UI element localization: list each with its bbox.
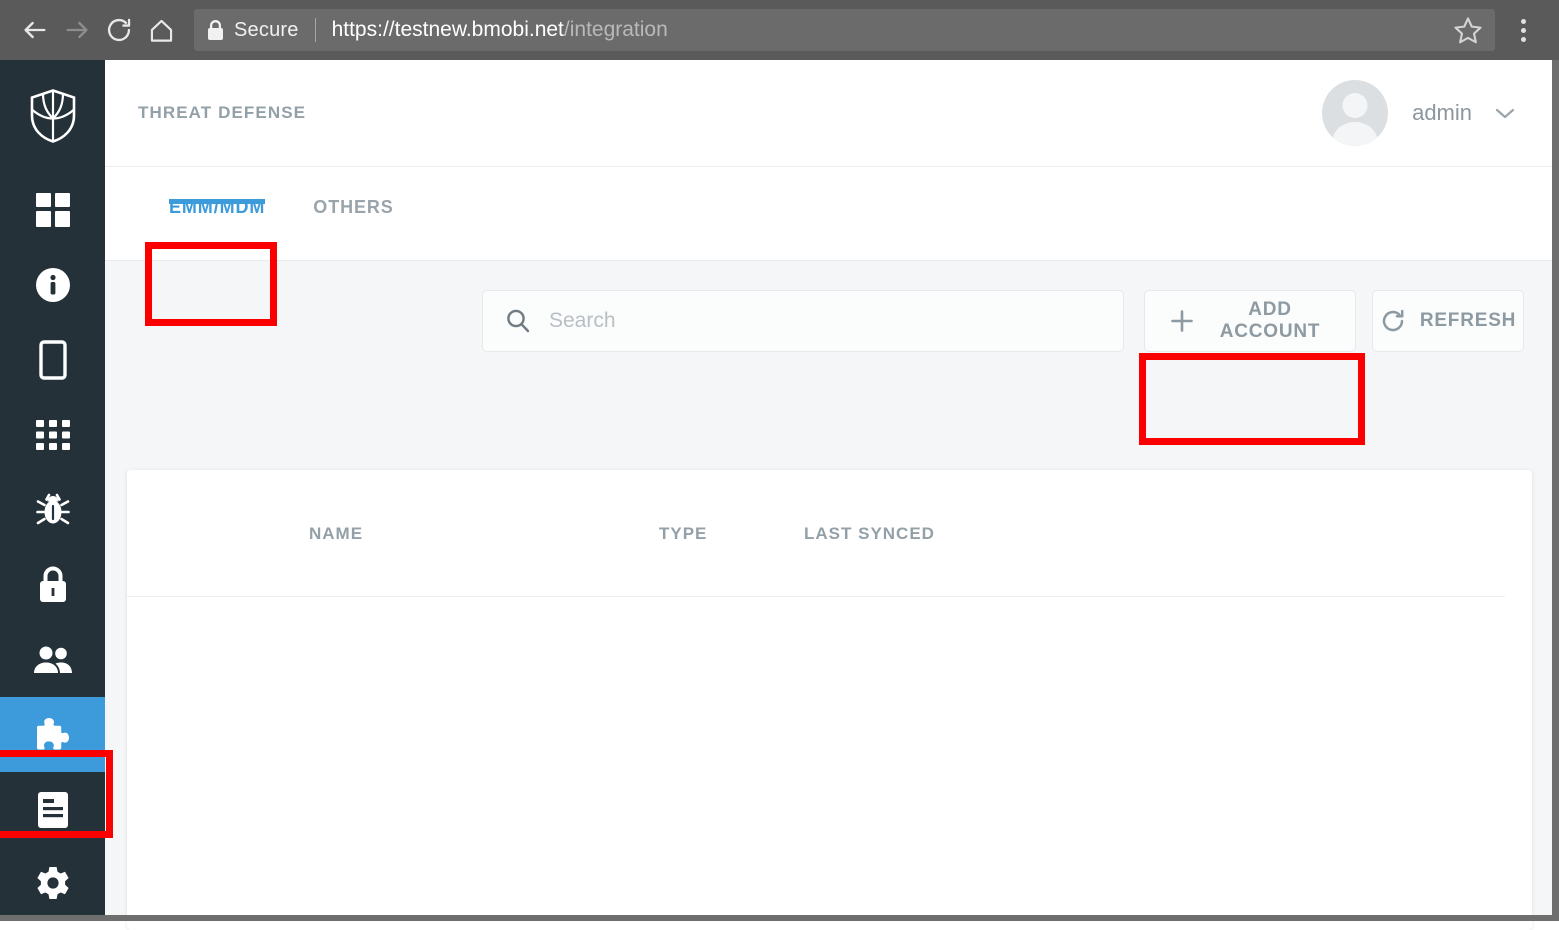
info-circle-icon — [35, 267, 71, 303]
tab-others-label: OTHERS — [313, 197, 394, 217]
kebab-menu-icon[interactable] — [1501, 9, 1545, 51]
search-icon — [505, 308, 531, 334]
username-label: admin — [1412, 100, 1472, 125]
window-edge-right — [1552, 60, 1559, 921]
sidebar-item-users[interactable] — [0, 622, 105, 697]
lock-icon — [206, 19, 225, 41]
accounts-table-card: NAME TYPE LAST SYNCED — [127, 470, 1532, 930]
sidebar-item-reports[interactable] — [0, 772, 105, 847]
sidebar-item-devices[interactable] — [0, 322, 105, 397]
refresh-label: REFRESH — [1419, 310, 1517, 331]
user-menu[interactable]: admin — [1322, 80, 1552, 146]
refresh-icon — [1380, 308, 1406, 334]
gear-icon — [34, 866, 72, 904]
address-bar[interactable]: Secure https://testnew.bmobi.net/integra… — [194, 9, 1495, 51]
sidebar-item-threats[interactable] — [0, 472, 105, 547]
main-content: THREAT DEFENSE admin EMM/MDM OTHERS Sear… — [105, 60, 1552, 930]
tab-bar: EMM/MDM OTHERS — [105, 167, 1552, 261]
document-icon — [37, 791, 68, 828]
column-header-last-synced: LAST SYNCED — [804, 523, 935, 543]
sidebar-item-integration[interactable] — [0, 697, 105, 772]
column-header-type: TYPE — [659, 523, 708, 543]
omnibox-divider — [314, 18, 316, 42]
url-origin: https://testnew.bmobi.net — [331, 18, 564, 41]
column-header-name: NAME — [309, 523, 364, 543]
app-header: THREAT DEFENSE admin — [105, 60, 1552, 167]
sidebar-item-policies[interactable] — [0, 547, 105, 622]
device-phone-icon — [38, 339, 67, 380]
refresh-button[interactable]: REFRESH — [1372, 290, 1524, 352]
page-title: THREAT DEFENSE — [138, 103, 307, 122]
security-status-label: Secure — [234, 18, 299, 41]
dashboard-grid-icon — [35, 192, 70, 227]
sidebar-nav — [0, 60, 105, 915]
bug-icon — [35, 492, 70, 528]
sidebar-item-info[interactable] — [0, 247, 105, 322]
browser-toolbar: Secure https://testnew.bmobi.net/integra… — [0, 0, 1559, 60]
tab-others[interactable]: OTHERS — [289, 167, 417, 218]
lock-icon — [37, 566, 69, 604]
url-text: https://testnew.bmobi.net/integration — [332, 18, 1445, 42]
search-input[interactable] — [549, 309, 1101, 333]
tab-active-indicator — [169, 199, 266, 204]
window-edge-bottom — [0, 915, 1559, 921]
apps-grid-icon — [35, 419, 70, 450]
add-account-label: ADD ACCOUNT — [1219, 299, 1321, 342]
user-avatar-icon — [1322, 80, 1389, 146]
reload-icon[interactable] — [98, 9, 140, 51]
table-header-row: NAME TYPE LAST SYNCED — [127, 470, 1532, 597]
users-icon — [33, 646, 73, 674]
content-toolbar: ADD ACCOUNT REFRESH — [105, 261, 1552, 381]
shield-logo-icon[interactable] — [0, 60, 105, 172]
back-arrow-icon[interactable] — [14, 9, 56, 51]
chevron-down-icon[interactable] — [1494, 106, 1516, 120]
application-window: THREAT DEFENSE admin EMM/MDM OTHERS Sear… — [0, 60, 1559, 930]
search-field[interactable] — [482, 290, 1124, 352]
home-icon[interactable] — [140, 9, 182, 51]
puzzle-piece-icon — [34, 716, 72, 754]
forward-arrow-icon — [56, 9, 98, 51]
star-icon[interactable] — [1453, 15, 1483, 45]
sidebar-item-settings[interactable] — [0, 847, 105, 922]
add-account-button[interactable]: ADD ACCOUNT — [1144, 290, 1356, 352]
url-path: /integration — [563, 18, 668, 41]
plus-icon — [1169, 308, 1195, 334]
tab-emm-mdm[interactable]: EMM/MDM — [145, 167, 289, 218]
sidebar-item-dashboard[interactable] — [0, 172, 105, 247]
sidebar-item-apps[interactable] — [0, 397, 105, 472]
